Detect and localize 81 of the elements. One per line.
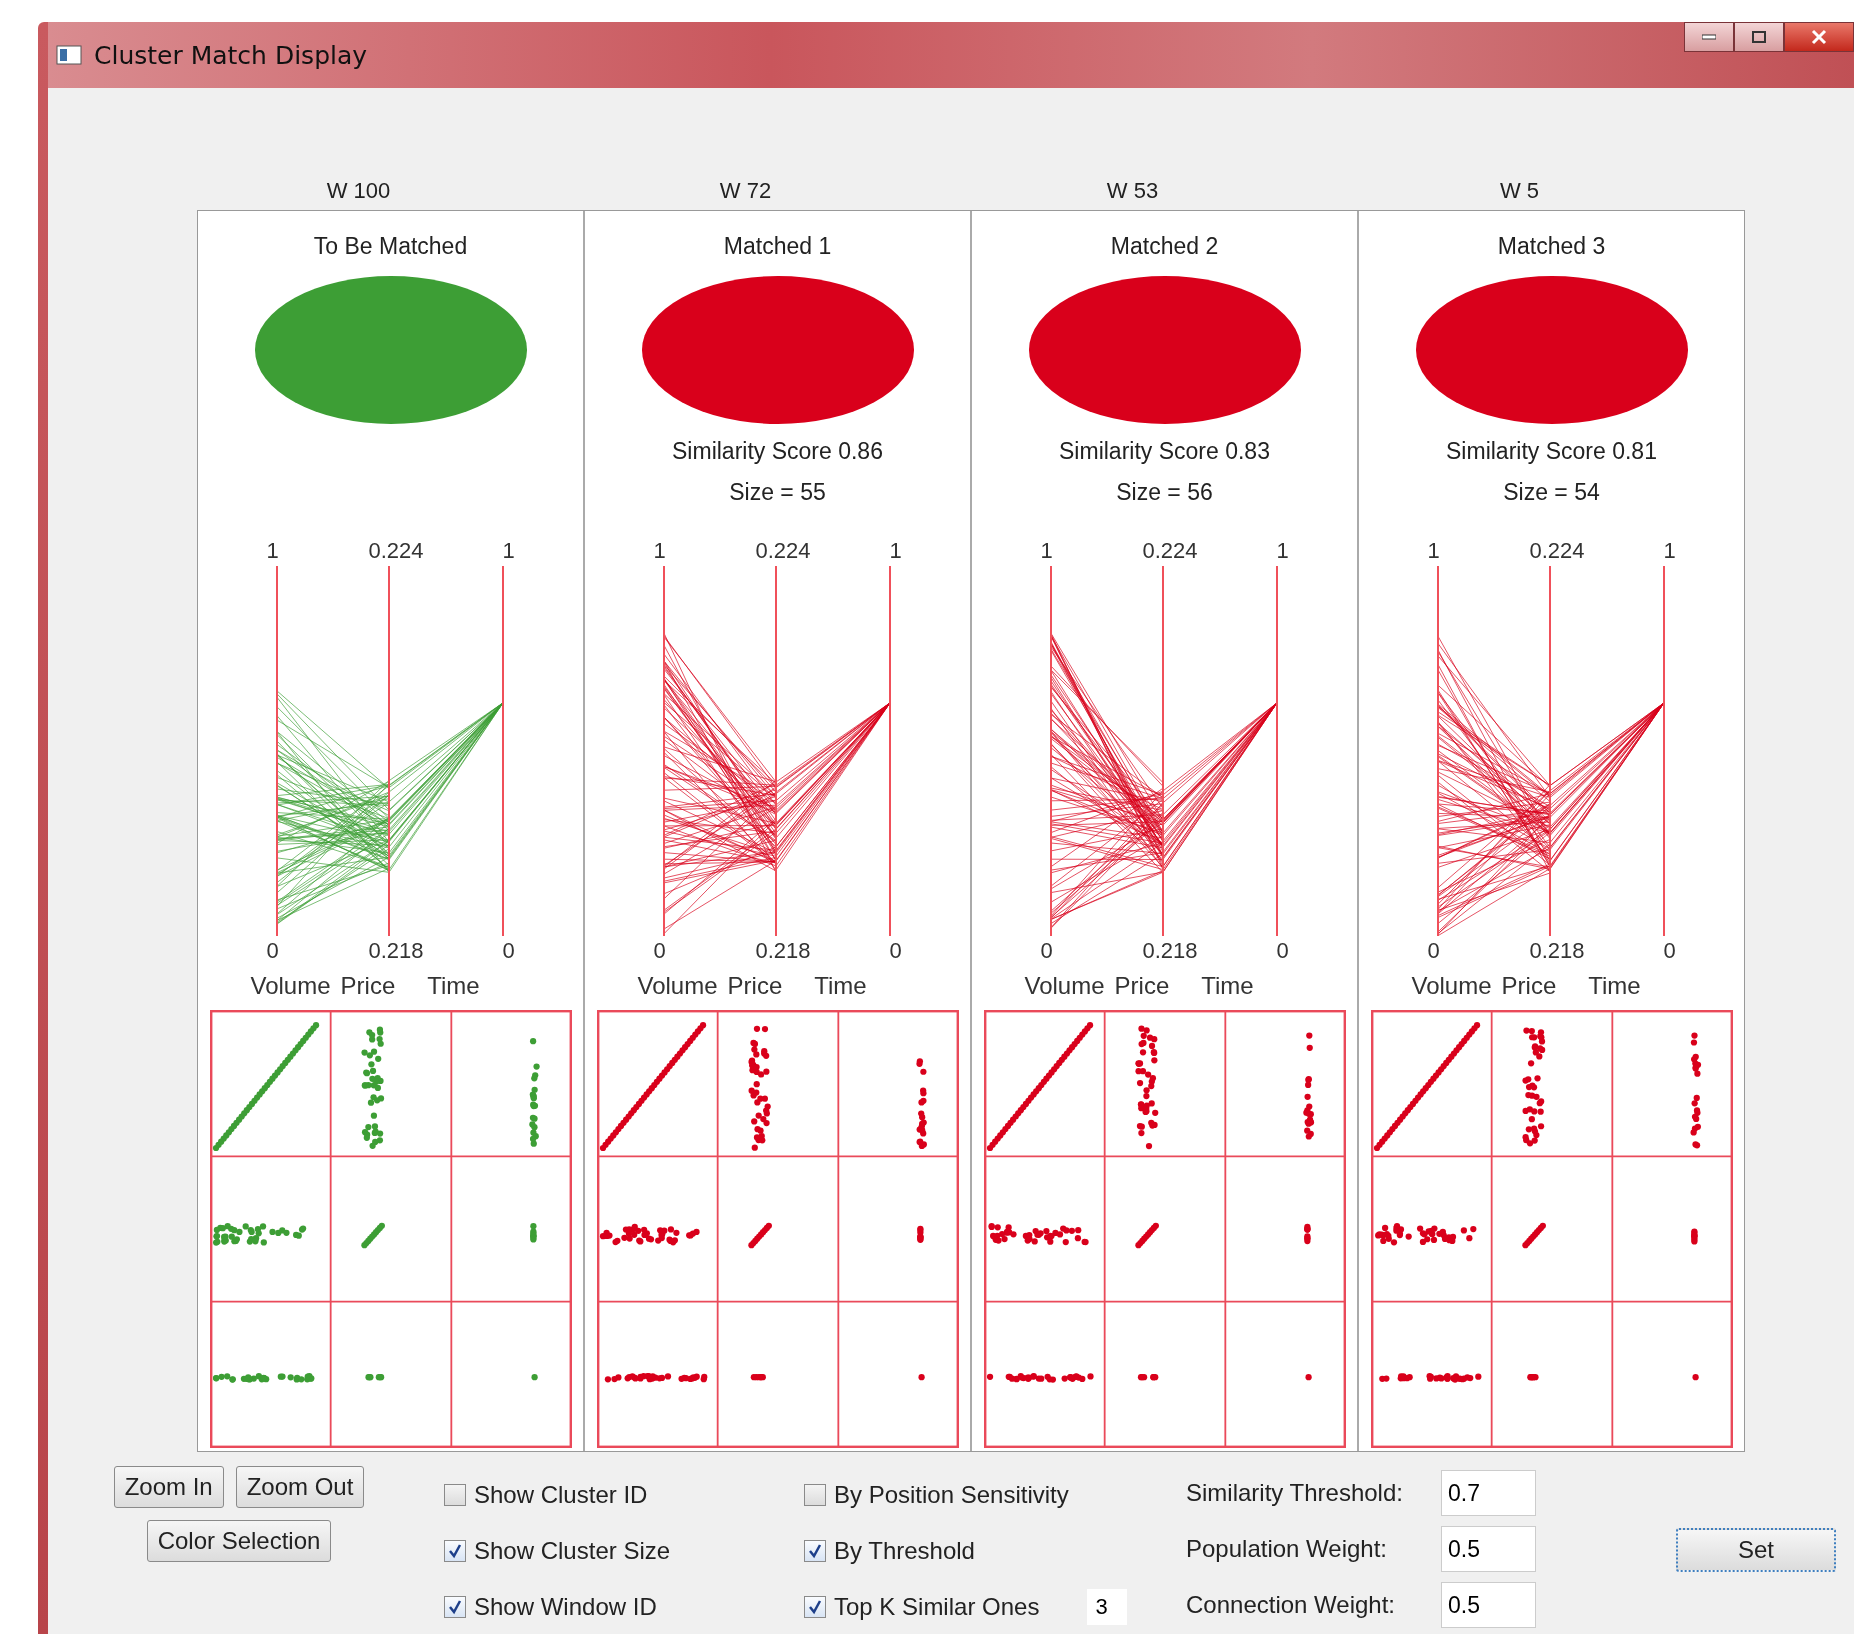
checkbox-label: By Position Sensitivity — [834, 1481, 1069, 1509]
cluster-size: Size = 55 — [729, 479, 826, 506]
similarity-score: Similarity Score 0.83 — [1059, 438, 1270, 465]
maximize-button[interactable] — [1734, 22, 1784, 52]
axis-name: Price — [340, 972, 396, 1000]
axis-tick-label: 0.224 — [755, 538, 811, 564]
checkbox[interactable] — [804, 1540, 826, 1562]
close-icon — [1811, 29, 1827, 45]
axis-tick-label: 0 — [889, 938, 902, 964]
similarity-score: Similarity Score 0.81 — [1446, 438, 1657, 465]
field-label: Connection Weight: — [1186, 1591, 1396, 1619]
axis-tick-label: 0 — [266, 938, 279, 964]
axis-name: Volume — [1024, 972, 1105, 1000]
axis-tick-label: 1 — [266, 538, 279, 564]
axis-tick-label: 0 — [653, 938, 666, 964]
zoom-button[interactable]: Zoom In — [113, 1466, 224, 1508]
axis-tick-label: 1 — [502, 538, 515, 564]
checkbox-label: Show Cluster ID — [474, 1481, 648, 1509]
cluster-size: Size = 56 — [1116, 479, 1213, 506]
minimize-icon — [1702, 34, 1716, 40]
zoom-button[interactable]: Zoom Out — [235, 1466, 365, 1508]
window-id-label: W 100 — [326, 178, 391, 203]
axis-tick-label: 1 — [653, 538, 666, 564]
axis-tick-label: 0.218 — [1529, 938, 1585, 964]
field-label: Population Weight: — [1186, 1535, 1389, 1563]
axis-tick-label: 1 — [1427, 538, 1440, 564]
axis-tick-label: 0 — [502, 938, 515, 964]
axis-name: Price — [1114, 972, 1170, 1000]
axis-tick-label: 0 — [1276, 938, 1289, 964]
checkbox[interactable] — [444, 1540, 466, 1562]
checkbox-label: Show Window ID — [474, 1593, 657, 1621]
window-id-label: W 53 — [1106, 178, 1159, 203]
axis-tick-label: 0 — [1040, 938, 1053, 964]
cluster-size: Size = 54 — [1503, 479, 1600, 506]
top-k-field[interactable]: 3 — [1087, 1589, 1128, 1625]
axis-name: Volume — [637, 972, 718, 1000]
set-button[interactable]: Set — [1676, 1528, 1836, 1572]
color-selection-button[interactable]: Color Selection — [146, 1520, 332, 1562]
checkbox[interactable] — [444, 1484, 466, 1506]
close-button[interactable] — [1784, 22, 1854, 52]
axis-tick-label: 0.224 — [1142, 538, 1198, 564]
input-field[interactable]: 0.5 — [1441, 1582, 1536, 1628]
axis-name: Time — [814, 972, 867, 1000]
window-id-label: W 5 — [1499, 178, 1540, 203]
axis-tick-label: 1 — [889, 538, 902, 564]
axis-tick-label: 0.218 — [1142, 938, 1198, 964]
axis-tick-label: 0.224 — [368, 538, 424, 564]
axis-tick-label: 1 — [1040, 538, 1053, 564]
axis-name: Time — [427, 972, 480, 1000]
panel-title: Matched 3 — [1497, 233, 1606, 260]
axis-tick-label: 0.224 — [1529, 538, 1585, 564]
checkbox-label: Show Cluster Size — [474, 1537, 671, 1565]
axis-tick-label: 0.218 — [368, 938, 424, 964]
axis-tick-label: 0.218 — [755, 938, 811, 964]
axis-name: Time — [1201, 972, 1254, 1000]
checkbox[interactable] — [804, 1596, 826, 1618]
axis-name: Price — [727, 972, 783, 1000]
axis-name: Volume — [1411, 972, 1492, 1000]
similarity-score: Similarity Score 0.86 — [672, 438, 883, 465]
input-field[interactable]: 0.5 — [1441, 1526, 1536, 1572]
axis-tick-label: 0 — [1663, 938, 1676, 964]
axis-name: Time — [1588, 972, 1641, 1000]
window-id-label: W 72 — [719, 178, 772, 203]
checkbox[interactable] — [804, 1484, 826, 1506]
window-icon — [56, 45, 82, 65]
panel-title: Matched 2 — [1110, 233, 1219, 260]
minimize-button[interactable] — [1684, 22, 1734, 52]
checkbox-label: Top K Similar Ones — [834, 1593, 1040, 1621]
axis-name: Price — [1501, 972, 1557, 1000]
panel-title: Matched 1 — [723, 233, 832, 260]
checkbox[interactable] — [444, 1596, 466, 1618]
field-label: Similarity Threshold: — [1186, 1479, 1404, 1507]
axis-tick-label: 1 — [1663, 538, 1676, 564]
window-title: Cluster Match Display — [94, 40, 368, 70]
axis-tick-label: 0 — [1427, 938, 1440, 964]
axis-name: Volume — [250, 972, 331, 1000]
panel-title: To Be Matched — [313, 233, 468, 260]
maximize-icon — [1752, 31, 1766, 43]
checkbox-label: By Threshold — [834, 1537, 975, 1565]
input-field[interactable]: 0.7 — [1441, 1470, 1536, 1516]
axis-tick-label: 1 — [1276, 538, 1289, 564]
